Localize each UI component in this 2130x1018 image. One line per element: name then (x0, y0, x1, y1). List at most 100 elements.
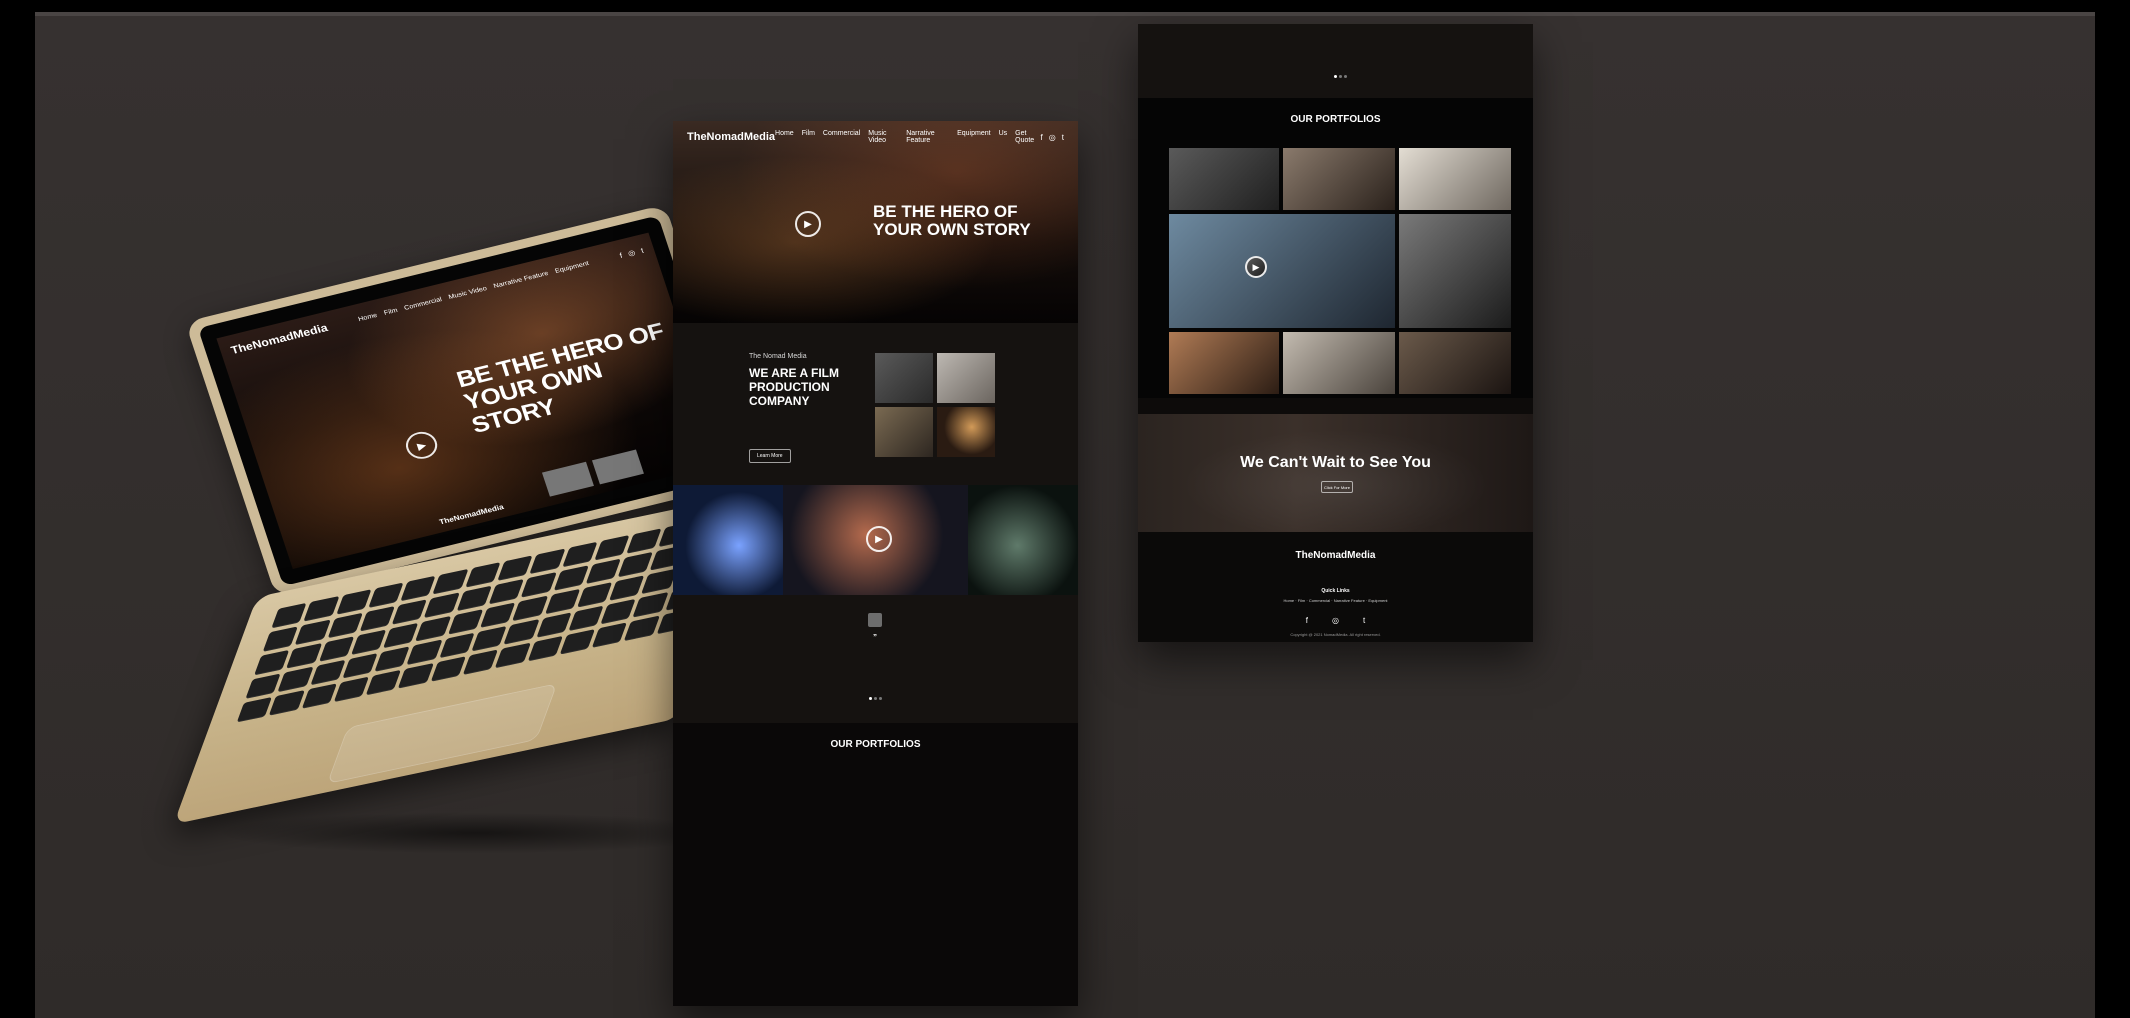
key (277, 666, 314, 693)
laptop-nav-film: Film (383, 306, 399, 317)
twitter-icon: t (1362, 616, 1366, 625)
instagram-icon: ◎ (1048, 132, 1056, 142)
cta-button: Click For More (1321, 481, 1353, 493)
key (503, 619, 540, 645)
key (462, 649, 499, 675)
key (309, 659, 346, 686)
key (424, 592, 460, 618)
key (632, 592, 669, 618)
about-kicker: The Nomad Media (749, 353, 807, 360)
key (318, 636, 355, 662)
facebook-icon: f (1305, 616, 1308, 625)
laptop-footer-logo: TheNomadMedia (438, 502, 505, 527)
right-portfolios: OUR PORTFOLIOS ▶ (1138, 98, 1533, 398)
key (497, 555, 533, 581)
center-nav-film: Film (801, 130, 815, 137)
center-nav: TheNomadMedia Home Film Commercial Music… (687, 127, 1064, 147)
right-testimonial-dots (1334, 75, 1347, 78)
key (400, 575, 436, 602)
key (294, 619, 331, 646)
key (535, 612, 572, 638)
key (568, 605, 604, 632)
dot (869, 697, 872, 700)
key (439, 632, 475, 659)
key (488, 578, 525, 605)
play-icon: ▶ (866, 526, 892, 552)
center-website-preview: TheNomadMedia Home Film Commercial Music… (673, 121, 1078, 1006)
laptop-hero-headline: BE THE HERO OF YOUR OWN STORY (453, 318, 667, 438)
center-about-section: The Nomad Media WE ARE A FILM PRODUCTION… (673, 323, 1078, 485)
learn-more-button: Learn More (749, 449, 791, 463)
strip-image-center: ▶ (783, 485, 968, 595)
key (398, 663, 434, 689)
facebook-icon: f (618, 251, 624, 260)
center-nav-get-quote: Get Quote (1015, 130, 1035, 144)
dot (1339, 75, 1342, 78)
key (594, 535, 630, 561)
key (561, 541, 598, 568)
key (350, 629, 387, 656)
key (245, 673, 281, 699)
key (271, 602, 307, 629)
laptop-social: f ◎ t (619, 246, 645, 259)
play-icon: ▶ (1245, 256, 1267, 278)
laptop-nav-narrative-feature: Narrative Feature (492, 269, 550, 290)
center-hero-headline: BE THE HERO OF YOUR OWN STORY (873, 202, 1031, 239)
quick-links: Home · Film · Commercial · Narrative Fea… (1283, 598, 1388, 603)
key (512, 595, 548, 622)
key (527, 635, 563, 662)
portfolio-tile (1283, 148, 1395, 210)
quick-link-commercial: Commercial (1308, 598, 1331, 603)
portfolio-tile (1283, 332, 1395, 394)
key (432, 568, 469, 595)
key (342, 653, 378, 679)
key (301, 683, 337, 709)
key (406, 639, 443, 666)
key (641, 568, 677, 595)
key (333, 676, 370, 703)
thumbnail-1 (541, 461, 594, 497)
quick-links-title: Quick Links (1321, 588, 1350, 594)
laptop-logo: TheNomadMedia (229, 321, 330, 357)
key (447, 609, 484, 635)
key (544, 588, 581, 615)
portfolio-grid: ▶ (1169, 148, 1511, 394)
about-image (937, 407, 995, 457)
key (591, 622, 628, 648)
right-top-testimonial (1138, 24, 1533, 98)
key (495, 642, 531, 669)
footer-social: f ◎ t (1138, 616, 1533, 625)
portfolio-tile (1169, 332, 1279, 394)
key (374, 646, 411, 672)
key (286, 643, 322, 669)
footer-logo: TheNomadMedia (1295, 550, 1376, 561)
laptop-nav-equipment: Equipment (554, 260, 590, 275)
quote-mark: ” (873, 633, 877, 642)
key (626, 528, 662, 554)
key (391, 599, 428, 625)
key (553, 565, 589, 591)
portfolio-tile (1169, 148, 1279, 210)
portfolio-tile (1399, 214, 1511, 328)
laptop-thumbnails (541, 449, 644, 497)
center-nav-home: Home (775, 130, 794, 137)
about-image (875, 407, 933, 457)
testimonial-dots (869, 697, 882, 700)
key (262, 626, 299, 652)
center-portfolio: OUR PORTFOLIOS (673, 723, 1078, 1006)
laptop-shadow (215, 812, 735, 854)
strip-image-left (673, 485, 783, 595)
key (465, 562, 501, 588)
portfolio-tile (1399, 148, 1511, 210)
quick-link-home: Home (1283, 598, 1295, 603)
right-portfolio-title: OUR PORTFOLIOS (1290, 114, 1381, 125)
key (609, 575, 645, 601)
dot (1334, 75, 1337, 78)
twitter-icon: t (1061, 132, 1064, 142)
right-website-preview: OUR PORTFOLIOS ▶ We Can't Wait to See Yo… (1138, 24, 1533, 642)
center-hero: TheNomadMedia Home Film Commercial Music… (673, 121, 1078, 323)
footer-copyright: Copyright @ 2021 NomadMedia. All right r… (1290, 632, 1381, 637)
center-testimonial: ” (673, 595, 1078, 723)
play-icon: ▶ (795, 211, 821, 237)
key (471, 625, 507, 652)
